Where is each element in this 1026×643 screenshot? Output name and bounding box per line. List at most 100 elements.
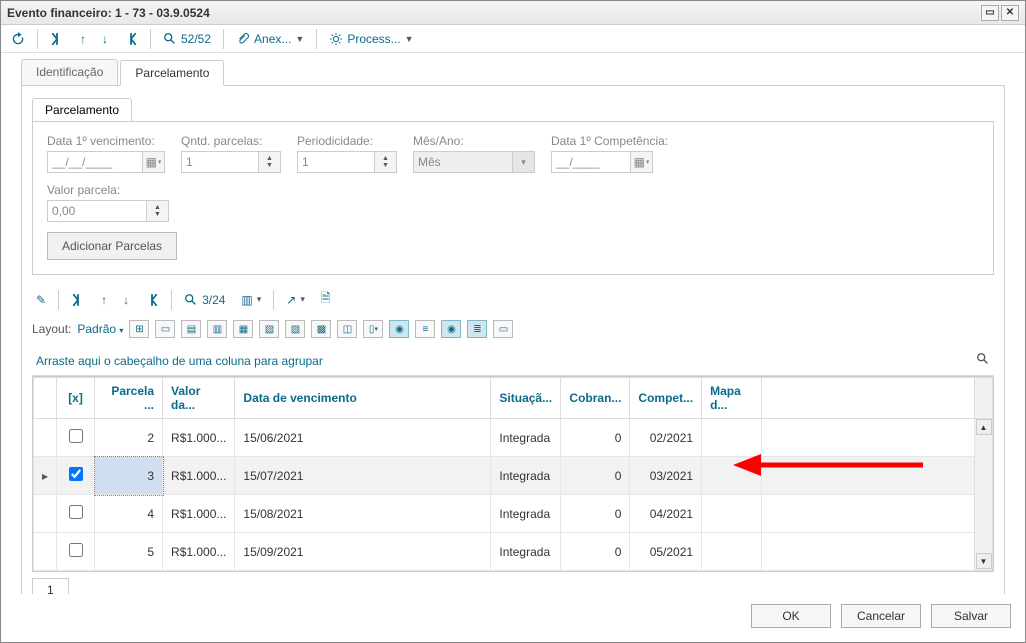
scroll-up-icon[interactable]: ▲ [976, 419, 992, 435]
grid-last-icon[interactable] [141, 291, 163, 309]
row-checkbox[interactable] [69, 429, 83, 443]
tab-identificacao[interactable]: Identificação [21, 59, 118, 85]
view-btn-1[interactable]: ⊞ [129, 320, 149, 338]
cell-compet[interactable]: 03/2021 [630, 457, 702, 495]
view-btn-8[interactable]: ▩ [311, 320, 331, 338]
view-btn-4[interactable]: ▥ [207, 320, 227, 338]
table-row[interactable]: 2R$1.000...15/06/2021Integrada002/2021▲▼ [34, 419, 993, 457]
cell-parcela[interactable]: 2 [95, 419, 163, 457]
row-checkbox-cell[interactable] [57, 495, 95, 533]
calendar-icon[interactable]: ▦▾ [143, 151, 165, 173]
cell-cobranca[interactable]: 0 [561, 533, 630, 571]
cell-mapa[interactable] [702, 533, 762, 571]
row-checkbox[interactable] [69, 467, 83, 481]
scroll-down-icon[interactable]: ▼ [976, 553, 992, 569]
process-button[interactable]: Process...▼ [325, 30, 417, 48]
cell-parcela[interactable]: 4 [95, 495, 163, 533]
input-qntd[interactable]: 1 [181, 151, 259, 173]
grid-up-icon[interactable]: ↑ [97, 291, 111, 309]
view-btn-3[interactable]: ▤ [181, 320, 201, 338]
grid-down-icon[interactable]: ↓ [119, 291, 133, 309]
ok-button[interactable]: OK [751, 604, 831, 628]
cell-data[interactable]: 15/07/2021 [235, 457, 491, 495]
table-row[interactable]: 5R$1.000...15/09/2021Integrada005/2021 [34, 533, 993, 571]
table-row[interactable]: 4R$1.000...15/08/2021Integrada004/2021 [34, 495, 993, 533]
save-button[interactable]: Salvar [931, 604, 1011, 628]
cell-mapa[interactable] [702, 495, 762, 533]
table-row[interactable]: ▸3R$1.000...15/07/2021Integrada003/2021 [34, 457, 993, 495]
grid-first-icon[interactable] [67, 291, 89, 309]
col-situacao[interactable]: Situaçã... [491, 378, 561, 419]
input-period[interactable]: 1 [297, 151, 375, 173]
search-icon[interactable]: 52/52 [159, 30, 215, 48]
cell-mapa[interactable] [702, 457, 762, 495]
cell-data[interactable]: 15/09/2021 [235, 533, 491, 571]
spinner-valor[interactable]: ▲▼ [147, 200, 169, 222]
cell-valor[interactable]: R$1.000... [163, 495, 235, 533]
cell-compet[interactable]: 02/2021 [630, 419, 702, 457]
minimize-button[interactable]: ▭ [981, 5, 999, 21]
view-btn-14[interactable]: ≣ [467, 320, 487, 338]
calendar-icon-2[interactable]: ▦▾ [631, 151, 653, 173]
input-data-comp[interactable]: __/____ [551, 151, 631, 173]
cell-cobranca[interactable]: 0 [561, 457, 630, 495]
row-checkbox-cell[interactable] [57, 419, 95, 457]
tab-parcelamento[interactable]: Parcelamento [120, 60, 224, 86]
chevron-down-icon[interactable]: ▾ [513, 151, 535, 173]
close-button[interactable]: ✕ [1001, 5, 1019, 21]
view-btn-10[interactable]: ▯▾ [363, 320, 383, 338]
cell-parcela[interactable]: 3 [95, 457, 163, 495]
view-btn-11[interactable]: ◉ [389, 320, 409, 338]
cell-situacao[interactable]: Integrada [491, 457, 561, 495]
view-btn-2[interactable]: ▭ [155, 320, 175, 338]
nav-up-icon[interactable]: ↑ [76, 30, 90, 48]
view-btn-5[interactable]: ▦ [233, 320, 253, 338]
layout-dropdown[interactable]: Padrão ▾ [77, 322, 123, 336]
cell-situacao[interactable]: Integrada [491, 495, 561, 533]
view-btn-9[interactable]: ◫ [337, 320, 357, 338]
nav-first-icon[interactable] [46, 30, 68, 48]
edit-icon[interactable]: ✎ [32, 291, 50, 309]
refresh-icon[interactable] [7, 30, 29, 48]
col-valor[interactable]: Valor da... [163, 378, 235, 419]
row-checkbox-cell[interactable] [57, 457, 95, 495]
pager-page[interactable]: 1 [32, 578, 69, 594]
cell-valor[interactable]: R$1.000... [163, 419, 235, 457]
add-parcelas-button[interactable]: Adicionar Parcelas [47, 232, 177, 260]
col-cobranca[interactable]: Cobran... [561, 378, 630, 419]
view-btn-15[interactable]: ▭ [493, 320, 513, 338]
cell-cobranca[interactable]: 0 [561, 495, 630, 533]
cell-situacao[interactable]: Integrada [491, 419, 561, 457]
spinner-period[interactable]: ▲▼ [375, 151, 397, 173]
cell-compet[interactable]: 05/2021 [630, 533, 702, 571]
row-checkbox[interactable] [69, 543, 83, 557]
inner-tab-parcelamento[interactable]: Parcelamento [32, 98, 132, 121]
cell-valor[interactable]: R$1.000... [163, 533, 235, 571]
view-btn-13[interactable]: ◉ [441, 320, 461, 338]
spinner-qntd[interactable]: ▲▼ [259, 151, 281, 173]
col-compet[interactable]: Compet... [630, 378, 702, 419]
view-btn-12[interactable]: ≡ [415, 320, 435, 338]
export-icon[interactable]: ↗▾ [282, 291, 309, 309]
view-btn-7[interactable]: ▨ [285, 320, 305, 338]
combo-mesano[interactable]: Mês [413, 151, 513, 173]
input-data-venc[interactable]: __/__/____ [47, 151, 143, 173]
cell-parcela[interactable]: 5 [95, 533, 163, 571]
cell-data[interactable]: 15/06/2021 [235, 419, 491, 457]
input-valor[interactable]: 0,00 [47, 200, 147, 222]
cancel-button[interactable]: Cancelar [841, 604, 921, 628]
col-mapa[interactable]: Mapa d... [702, 378, 762, 419]
document-icon[interactable]: 🗎 [317, 287, 335, 312]
cell-data[interactable]: 15/08/2021 [235, 495, 491, 533]
cell-cobranca[interactable]: 0 [561, 419, 630, 457]
attach-button[interactable]: Anex...▼ [232, 30, 308, 48]
grid-filter-icon[interactable] [976, 352, 990, 369]
col-data-venc[interactable]: Data de vencimento [235, 378, 491, 419]
cell-situacao[interactable]: Integrada [491, 533, 561, 571]
grid-search-icon[interactable]: 3/24 [180, 291, 229, 309]
nav-down-icon[interactable]: ↓ [98, 30, 112, 48]
view-btn-6[interactable]: ▧ [259, 320, 279, 338]
col-parcela[interactable]: Parcela ... [95, 378, 163, 419]
row-checkbox[interactable] [69, 505, 83, 519]
cell-valor[interactable]: R$1.000... [163, 457, 235, 495]
